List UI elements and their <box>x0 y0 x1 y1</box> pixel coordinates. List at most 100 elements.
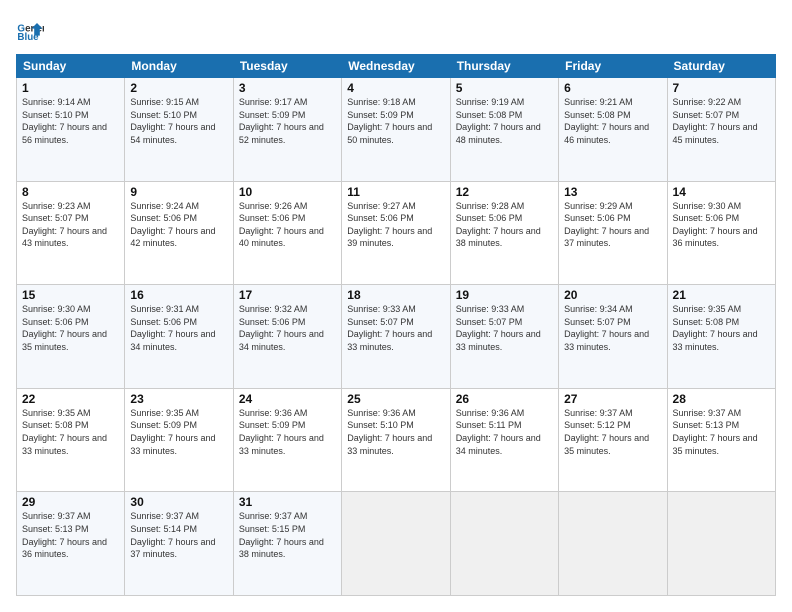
day-info: Sunrise: 9:33 AMSunset: 5:07 PMDaylight:… <box>347 304 432 352</box>
day-info: Sunrise: 9:17 AMSunset: 5:09 PMDaylight:… <box>239 97 324 145</box>
day-info: Sunrise: 9:30 AMSunset: 5:06 PMDaylight:… <box>673 201 758 249</box>
day-info: Sunrise: 9:30 AMSunset: 5:06 PMDaylight:… <box>22 304 107 352</box>
day-number: 17 <box>239 288 336 302</box>
day-number: 29 <box>22 495 119 509</box>
day-info: Sunrise: 9:37 AMSunset: 5:13 PMDaylight:… <box>22 511 107 559</box>
day-info: Sunrise: 9:23 AMSunset: 5:07 PMDaylight:… <box>22 201 107 249</box>
day-number: 1 <box>22 81 119 95</box>
day-info: Sunrise: 9:31 AMSunset: 5:06 PMDaylight:… <box>130 304 215 352</box>
calendar-cell: 19 Sunrise: 9:33 AMSunset: 5:07 PMDaylig… <box>450 285 558 389</box>
day-number: 22 <box>22 392 119 406</box>
day-number: 27 <box>564 392 661 406</box>
calendar-cell <box>667 492 775 596</box>
day-info: Sunrise: 9:33 AMSunset: 5:07 PMDaylight:… <box>456 304 541 352</box>
day-number: 23 <box>130 392 227 406</box>
day-info: Sunrise: 9:35 AMSunset: 5:08 PMDaylight:… <box>22 408 107 456</box>
calendar-cell <box>342 492 450 596</box>
day-info: Sunrise: 9:37 AMSunset: 5:13 PMDaylight:… <box>673 408 758 456</box>
day-number: 26 <box>456 392 553 406</box>
day-number: 13 <box>564 185 661 199</box>
calendar-cell: 5 Sunrise: 9:19 AMSunset: 5:08 PMDayligh… <box>450 78 558 182</box>
weekday-header-friday: Friday <box>559 55 667 78</box>
day-number: 12 <box>456 185 553 199</box>
calendar-cell: 4 Sunrise: 9:18 AMSunset: 5:09 PMDayligh… <box>342 78 450 182</box>
day-info: Sunrise: 9:27 AMSunset: 5:06 PMDaylight:… <box>347 201 432 249</box>
day-info: Sunrise: 9:37 AMSunset: 5:12 PMDaylight:… <box>564 408 649 456</box>
calendar-cell: 12 Sunrise: 9:28 AMSunset: 5:06 PMDaylig… <box>450 181 558 285</box>
day-number: 31 <box>239 495 336 509</box>
day-number: 5 <box>456 81 553 95</box>
day-number: 10 <box>239 185 336 199</box>
calendar-cell: 28 Sunrise: 9:37 AMSunset: 5:13 PMDaylig… <box>667 388 775 492</box>
day-info: Sunrise: 9:15 AMSunset: 5:10 PMDaylight:… <box>130 97 215 145</box>
day-number: 28 <box>673 392 770 406</box>
day-info: Sunrise: 9:36 AMSunset: 5:11 PMDaylight:… <box>456 408 541 456</box>
calendar-cell: 8 Sunrise: 9:23 AMSunset: 5:07 PMDayligh… <box>17 181 125 285</box>
day-number: 3 <box>239 81 336 95</box>
calendar-cell: 7 Sunrise: 9:22 AMSunset: 5:07 PMDayligh… <box>667 78 775 182</box>
day-number: 15 <box>22 288 119 302</box>
calendar-cell: 10 Sunrise: 9:26 AMSunset: 5:06 PMDaylig… <box>233 181 341 285</box>
day-number: 2 <box>130 81 227 95</box>
calendar-cell <box>559 492 667 596</box>
day-number: 19 <box>456 288 553 302</box>
calendar-cell: 30 Sunrise: 9:37 AMSunset: 5:14 PMDaylig… <box>125 492 233 596</box>
calendar-cell: 20 Sunrise: 9:34 AMSunset: 5:07 PMDaylig… <box>559 285 667 389</box>
calendar-cell: 3 Sunrise: 9:17 AMSunset: 5:09 PMDayligh… <box>233 78 341 182</box>
calendar-cell: 16 Sunrise: 9:31 AMSunset: 5:06 PMDaylig… <box>125 285 233 389</box>
calendar-cell: 14 Sunrise: 9:30 AMSunset: 5:06 PMDaylig… <box>667 181 775 285</box>
calendar-cell <box>450 492 558 596</box>
calendar-cell: 26 Sunrise: 9:36 AMSunset: 5:11 PMDaylig… <box>450 388 558 492</box>
calendar-cell: 15 Sunrise: 9:30 AMSunset: 5:06 PMDaylig… <box>17 285 125 389</box>
calendar-cell: 18 Sunrise: 9:33 AMSunset: 5:07 PMDaylig… <box>342 285 450 389</box>
calendar-cell: 27 Sunrise: 9:37 AMSunset: 5:12 PMDaylig… <box>559 388 667 492</box>
day-info: Sunrise: 9:36 AMSunset: 5:10 PMDaylight:… <box>347 408 432 456</box>
day-info: Sunrise: 9:35 AMSunset: 5:08 PMDaylight:… <box>673 304 758 352</box>
day-info: Sunrise: 9:37 AMSunset: 5:15 PMDaylight:… <box>239 511 324 559</box>
day-info: Sunrise: 9:18 AMSunset: 5:09 PMDaylight:… <box>347 97 432 145</box>
weekday-header-sunday: Sunday <box>17 55 125 78</box>
day-number: 6 <box>564 81 661 95</box>
day-info: Sunrise: 9:29 AMSunset: 5:06 PMDaylight:… <box>564 201 649 249</box>
weekday-header-tuesday: Tuesday <box>233 55 341 78</box>
day-number: 8 <box>22 185 119 199</box>
day-info: Sunrise: 9:22 AMSunset: 5:07 PMDaylight:… <box>673 97 758 145</box>
day-info: Sunrise: 9:35 AMSunset: 5:09 PMDaylight:… <box>130 408 215 456</box>
calendar-cell: 17 Sunrise: 9:32 AMSunset: 5:06 PMDaylig… <box>233 285 341 389</box>
day-number: 25 <box>347 392 444 406</box>
weekday-header-wednesday: Wednesday <box>342 55 450 78</box>
calendar-cell: 23 Sunrise: 9:35 AMSunset: 5:09 PMDaylig… <box>125 388 233 492</box>
day-info: Sunrise: 9:14 AMSunset: 5:10 PMDaylight:… <box>22 97 107 145</box>
day-number: 18 <box>347 288 444 302</box>
day-number: 14 <box>673 185 770 199</box>
calendar-cell: 31 Sunrise: 9:37 AMSunset: 5:15 PMDaylig… <box>233 492 341 596</box>
calendar-cell: 13 Sunrise: 9:29 AMSunset: 5:06 PMDaylig… <box>559 181 667 285</box>
day-info: Sunrise: 9:21 AMSunset: 5:08 PMDaylight:… <box>564 97 649 145</box>
day-info: Sunrise: 9:19 AMSunset: 5:08 PMDaylight:… <box>456 97 541 145</box>
header: G eneral Blue <box>16 16 776 44</box>
calendar-cell: 22 Sunrise: 9:35 AMSunset: 5:08 PMDaylig… <box>17 388 125 492</box>
day-info: Sunrise: 9:26 AMSunset: 5:06 PMDaylight:… <box>239 201 324 249</box>
calendar-cell: 11 Sunrise: 9:27 AMSunset: 5:06 PMDaylig… <box>342 181 450 285</box>
calendar-cell: 1 Sunrise: 9:14 AMSunset: 5:10 PMDayligh… <box>17 78 125 182</box>
calendar-cell: 2 Sunrise: 9:15 AMSunset: 5:10 PMDayligh… <box>125 78 233 182</box>
day-number: 7 <box>673 81 770 95</box>
day-info: Sunrise: 9:36 AMSunset: 5:09 PMDaylight:… <box>239 408 324 456</box>
day-info: Sunrise: 9:37 AMSunset: 5:14 PMDaylight:… <box>130 511 215 559</box>
logo: G eneral Blue <box>16 16 48 44</box>
day-info: Sunrise: 9:32 AMSunset: 5:06 PMDaylight:… <box>239 304 324 352</box>
calendar-cell: 6 Sunrise: 9:21 AMSunset: 5:08 PMDayligh… <box>559 78 667 182</box>
calendar-cell: 29 Sunrise: 9:37 AMSunset: 5:13 PMDaylig… <box>17 492 125 596</box>
day-number: 9 <box>130 185 227 199</box>
day-info: Sunrise: 9:28 AMSunset: 5:06 PMDaylight:… <box>456 201 541 249</box>
weekday-header-monday: Monday <box>125 55 233 78</box>
day-number: 30 <box>130 495 227 509</box>
day-number: 11 <box>347 185 444 199</box>
day-number: 16 <box>130 288 227 302</box>
calendar-cell: 25 Sunrise: 9:36 AMSunset: 5:10 PMDaylig… <box>342 388 450 492</box>
day-number: 21 <box>673 288 770 302</box>
weekday-header-thursday: Thursday <box>450 55 558 78</box>
calendar-cell: 24 Sunrise: 9:36 AMSunset: 5:09 PMDaylig… <box>233 388 341 492</box>
weekday-header-saturday: Saturday <box>667 55 775 78</box>
day-number: 20 <box>564 288 661 302</box>
